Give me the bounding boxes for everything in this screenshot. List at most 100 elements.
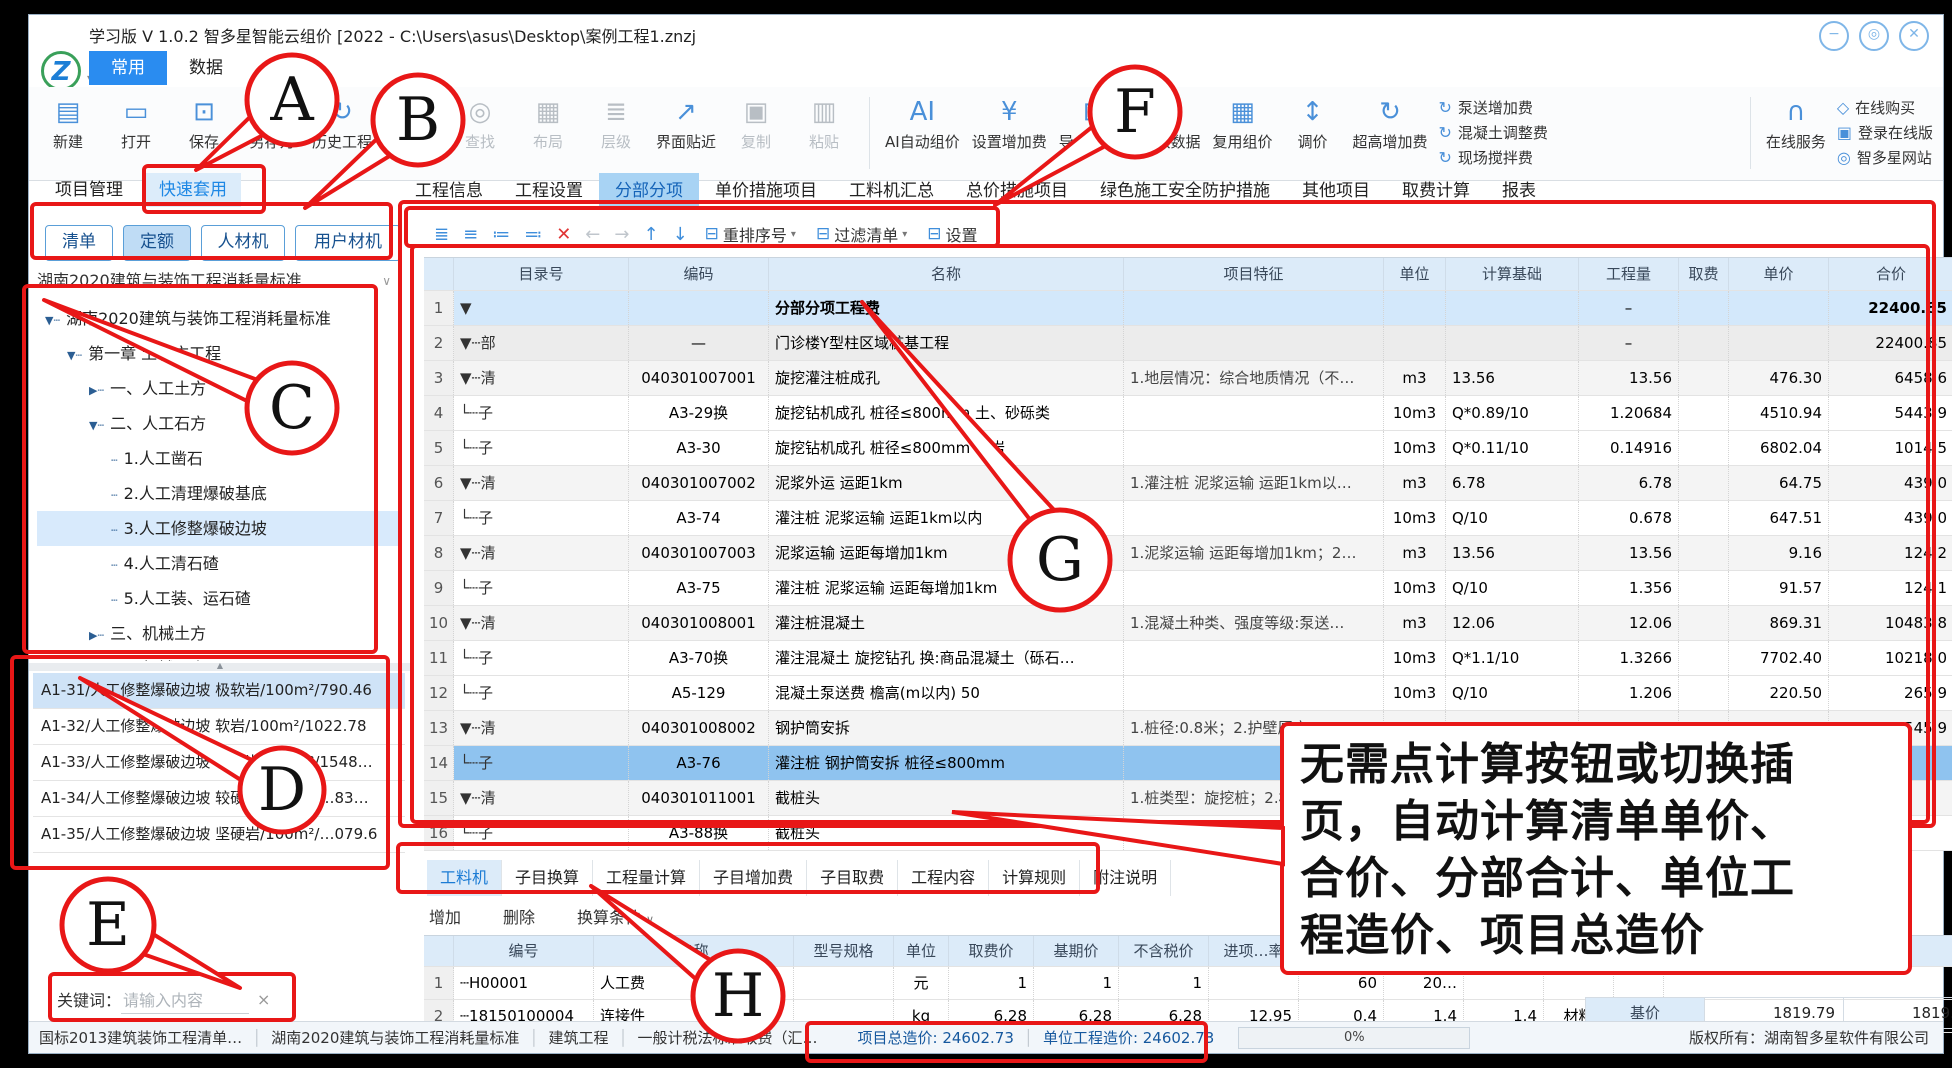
grid-button-过滤清单[interactable]: ⊟过滤清单▾ bbox=[816, 222, 907, 246]
action-button-换算条件[interactable]: 换算条件∨ bbox=[577, 904, 654, 928]
bottom-tab-附注说明[interactable]: 附注说明 bbox=[1080, 860, 1171, 896]
filter-button-定额[interactable]: 定额 bbox=[123, 225, 191, 261]
minimize-button[interactable]: − bbox=[1819, 21, 1849, 51]
column-header[interactable]: 取费 bbox=[1679, 258, 1729, 290]
toolbar-button-在线服务[interactable]: ∩在线服务 bbox=[1761, 93, 1831, 172]
tab-工程信息[interactable]: 工程信息 bbox=[399, 173, 499, 209]
tree-expanded-icon[interactable]: ▼┄ bbox=[89, 419, 104, 432]
list-item[interactable]: A1-31/人工修整爆破边坡 极软岩/100m²/790.46 bbox=[33, 673, 405, 709]
column-header[interactable]: 编号 bbox=[454, 936, 594, 966]
tab-单价措施项目[interactable]: 单价措施项目 bbox=[699, 173, 833, 209]
grid-button-设置[interactable]: ⊟设置 bbox=[927, 222, 977, 246]
toolbar-button-保存[interactable]: ⊡保存 bbox=[171, 93, 237, 154]
tree-node[interactable]: ┄3.人工修整爆破边坡 bbox=[37, 511, 401, 546]
toolbar-button-另存为[interactable]: ⊞另存为 bbox=[239, 93, 305, 154]
tree-node[interactable]: ┄5.人工装、运石碴 bbox=[37, 581, 401, 616]
toolbar-button-设置增加费[interactable]: ¥设置增加费 bbox=[967, 93, 1052, 154]
tree-expanded-icon[interactable]: ▼┄ bbox=[67, 349, 82, 362]
toolbar-button-智多星网站[interactable]: ◎智多星网站 bbox=[1837, 145, 1933, 170]
tab-工程设置[interactable]: 工程设置 bbox=[499, 173, 599, 209]
keyword-input[interactable]: 请输入内容 bbox=[121, 985, 249, 1014]
table-row[interactable]: 4└┄子A3-29换旋挖钻机成孔 桩径≤800mm 土、砂砾类10m3Q*0.8… bbox=[424, 396, 1952, 431]
clear-keyword-icon[interactable]: × bbox=[257, 990, 270, 1009]
status-item[interactable]: 一般计税法标准取费（汇… bbox=[637, 1027, 817, 1048]
table-row[interactable]: 8▼┄清040301007003泥浆运输 运距每增加1km1.泥浆运输 运距每增… bbox=[424, 536, 1952, 571]
toolbar-button-打开[interactable]: ▭打开 bbox=[103, 93, 169, 154]
delete-row-icon[interactable]: ✕ bbox=[556, 224, 571, 245]
move-down-icon[interactable]: ↓ bbox=[673, 224, 688, 245]
column-header[interactable]: 目录号 bbox=[454, 258, 629, 290]
toolbar-button-历史工程[interactable]: ↻历史工程 bbox=[307, 93, 377, 154]
tab-其他项目[interactable]: 其他项目 bbox=[1286, 173, 1386, 209]
collapse-all-icon[interactable]: ≡ bbox=[463, 224, 478, 245]
menu-tab-1[interactable]: 常用 bbox=[89, 51, 167, 85]
column-header[interactable]: 名称 bbox=[594, 936, 794, 966]
status-item[interactable]: 湖南2020建筑与装饰工程消耗量标准 bbox=[271, 1027, 519, 1048]
tree-node[interactable]: ┄1.人工凿石 bbox=[37, 441, 401, 476]
toolbar-button-混凝土调整费[interactable]: ↻混凝土调整费 bbox=[1439, 120, 1548, 145]
tree-node[interactable]: ▶┄一、人工土方 bbox=[37, 371, 401, 406]
table-row[interactable]: 2▼┄部—门诊楼Y型柱区域桩基工程–22400.85 bbox=[424, 326, 1952, 361]
toolbar-button-计算[interactable]: ∑计算 bbox=[379, 93, 445, 154]
tab-取费计算[interactable]: 取费计算 bbox=[1386, 173, 1486, 209]
column-header[interactable]: 单位 bbox=[1384, 258, 1446, 290]
column-header[interactable]: 合价 bbox=[1829, 258, 1952, 290]
tab-分部分项[interactable]: 分部分项 bbox=[599, 173, 699, 209]
expand-all-icon[interactable]: ≣ bbox=[434, 224, 449, 245]
column-header[interactable]: 计算基础 bbox=[1446, 258, 1579, 290]
toolbar-button-新建[interactable]: ▤新建 bbox=[35, 93, 101, 154]
grid-button-重排序号[interactable]: ⊟重排序号▾ bbox=[705, 222, 796, 246]
tree-node[interactable]: ▶┄三、机械土方 bbox=[37, 616, 401, 651]
toolbar-button-调价[interactable]: ↕调价 bbox=[1280, 93, 1346, 154]
toolbar-button-泵送增加费[interactable]: ↻泵送增加费 bbox=[1439, 95, 1548, 120]
tree-node[interactable]: ▶┄四、机械石方 bbox=[37, 651, 401, 661]
collapse-level-icon[interactable]: ≕ bbox=[524, 224, 542, 245]
tab-工料机汇总[interactable]: 工料机汇总 bbox=[833, 173, 950, 209]
table-row[interactable]: 12└┄子A5-129混凝土泵送费 檐高(m以内) 5010m3Q/101.20… bbox=[424, 676, 1952, 711]
table-row[interactable]: 1▼分部分项工程费–22400.85 bbox=[424, 291, 1952, 326]
standard-dropdown[interactable]: 湖南2020建筑与装饰工程消耗量标准 ∨ bbox=[37, 267, 397, 295]
column-header[interactable]: 编码 bbox=[629, 258, 769, 290]
list-item[interactable]: A1-32/人工修整爆破边坡 软岩/100m²/1022.78 bbox=[33, 709, 405, 745]
list-item[interactable]: A1-33/人工修整爆破边坡 较软岩/100m²/1548… bbox=[33, 745, 405, 781]
column-header[interactable] bbox=[424, 936, 454, 966]
column-header[interactable]: 项目特征 bbox=[1124, 258, 1384, 290]
move-up-icon[interactable]: ↑ bbox=[643, 224, 658, 245]
bottom-tab-工程量计算[interactable]: 工程量计算 bbox=[593, 860, 700, 896]
tree-collapsed-icon[interactable]: ▶┄ bbox=[89, 629, 104, 642]
table-row[interactable]: 9└┄子A3-75灌注桩 泥浆运输 运距每增加1km10m3Q/101.3569… bbox=[424, 571, 1952, 606]
status-item[interactable]: 建筑工程 bbox=[548, 1027, 608, 1048]
table-row[interactable]: 6▼┄清040301007002泥浆外运 运距1km1.灌注桩 泥浆运输 运距1… bbox=[424, 466, 1952, 501]
column-header[interactable]: 不含税价 bbox=[1119, 936, 1209, 966]
filter-button-用户材机[interactable]: 用户材机 bbox=[295, 225, 401, 261]
tree-node[interactable]: ▼┄第一章 土石方工程 bbox=[37, 336, 401, 371]
tree-node[interactable]: ┄2.人工清理爆破基底 bbox=[37, 476, 401, 511]
menu-tab-2[interactable]: 数据 bbox=[167, 51, 245, 85]
tree-node[interactable]: ┄4.人工清石碴 bbox=[37, 546, 401, 581]
column-header[interactable]: 工程量 bbox=[1579, 258, 1679, 290]
column-header[interactable]: 单位 bbox=[894, 936, 949, 966]
undo-icon[interactable]: ← bbox=[585, 224, 600, 245]
tree-collapsed-icon[interactable]: ▶┄ bbox=[89, 384, 104, 397]
bottom-tab-子目换算[interactable]: 子目换算 bbox=[502, 860, 593, 896]
column-header[interactable]: 名称 bbox=[769, 258, 1124, 290]
column-header[interactable]: 取费价 bbox=[949, 936, 1034, 966]
table-row[interactable]: 7└┄子A3-74灌注桩 泥浆运输 运距1km以内10m3Q/100.67864… bbox=[424, 501, 1952, 536]
action-button-增加[interactable]: 增加 bbox=[429, 904, 461, 928]
close-button[interactable]: ✕ bbox=[1899, 21, 1929, 51]
expand-level-icon[interactable]: ≔ bbox=[492, 224, 510, 245]
column-header[interactable]: 单价 bbox=[1729, 258, 1829, 290]
bottom-tab-工料机[interactable]: 工料机 bbox=[427, 860, 502, 896]
tree-node[interactable]: ▼┄湖南2020建筑与装饰工程消耗量标准 bbox=[37, 301, 401, 336]
toolbar-button-界面贴近[interactable]: ↗界面贴近 bbox=[651, 93, 721, 154]
table-row[interactable]: 10▼┄清040301008001灌注桩混凝土1.混凝土种类、强度等级:泵送…m… bbox=[424, 606, 1952, 641]
column-header[interactable]: 型号规格 bbox=[794, 936, 894, 966]
list-item[interactable]: A1-34/人工修整爆破边坡 较硬岩/100m²/…83… bbox=[33, 781, 405, 817]
tab-总价措施项目[interactable]: 总价措施项目 bbox=[950, 173, 1084, 209]
panel-splitter[interactable]: ▲ bbox=[29, 663, 411, 671]
table-row[interactable]: 5└┄子A3-30旋挖钻机成孔 桩径≤800mm 软岩10m3Q*0.11/10… bbox=[424, 431, 1952, 466]
tree-node[interactable]: ▼┄二、人工石方 bbox=[37, 406, 401, 441]
table-row[interactable]: 3▼┄清040301007001旋挖灌注桩成孔1.地层情况：综合地质情况（不…m… bbox=[424, 361, 1952, 396]
toolbar-button-登录在线版[interactable]: ▣登录在线版 bbox=[1837, 120, 1933, 145]
bottom-tab-子目取费[interactable]: 子目取费 bbox=[807, 860, 898, 896]
